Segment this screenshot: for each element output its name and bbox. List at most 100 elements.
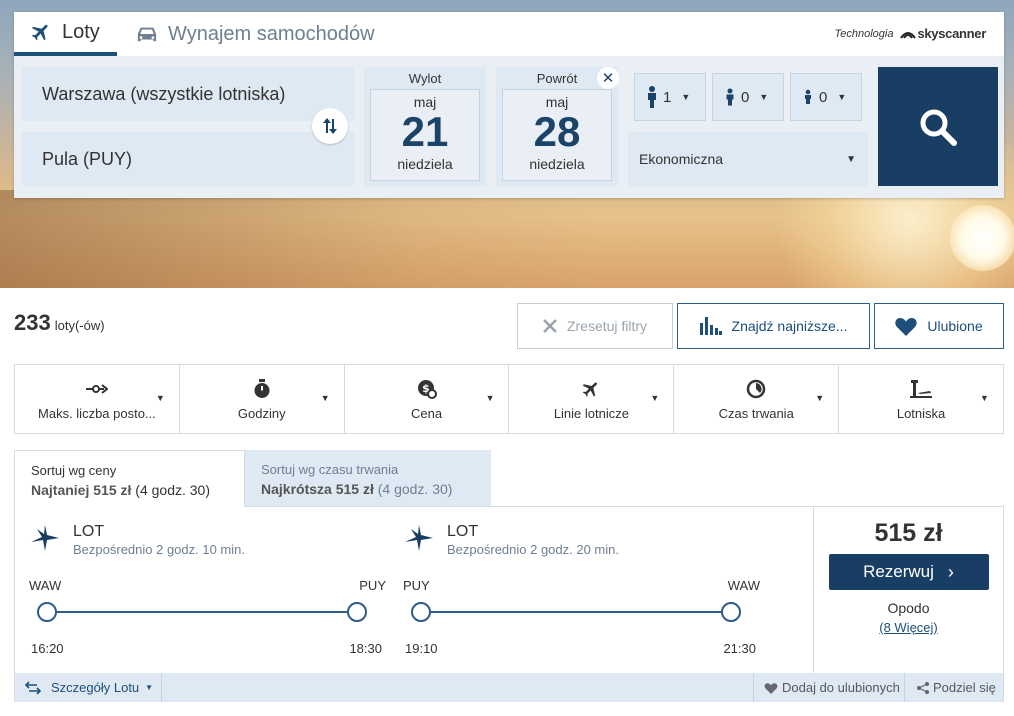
close-icon — [543, 319, 557, 333]
share-icon — [917, 681, 929, 694]
tab-flights[interactable]: Loty — [14, 12, 117, 56]
inbound-airline: LOT — [447, 523, 479, 540]
departure-date[interactable]: Wylot maj 21 niedziela — [364, 67, 486, 186]
skyscanner-logo-icon — [900, 31, 917, 39]
find-lowest-button[interactable]: Znajdź najniższe... — [677, 303, 870, 349]
price-column: 515 zł Rezerwuj › Opodo (8 Więcej) — [813, 507, 1003, 673]
skyscanner-logo: skyscanner — [899, 26, 986, 41]
chevron-down-icon: ▼ — [485, 393, 495, 403]
filter-price-label: Cena — [411, 405, 443, 421]
filter-duration-label: Czas trwania — [718, 405, 794, 421]
lot-logo-icon — [31, 525, 59, 556]
share-button[interactable]: Podziel się — [907, 673, 996, 702]
sort-by-duration-sub: (4 godz. 30) — [377, 481, 453, 497]
inbound-origin-dot — [411, 602, 431, 622]
outbound-destination-dot — [347, 602, 367, 622]
children-select[interactable]: 0 ▼ — [712, 73, 784, 121]
bar-chart-icon — [699, 317, 722, 335]
adult-icon — [648, 86, 656, 108]
search-button[interactable] — [878, 67, 998, 186]
search-form: Warszawa (wszystkie lotniska) Pula (PUY)… — [14, 56, 1004, 198]
filter-stops[interactable]: Maks. liczba posto... ▼ — [15, 365, 180, 433]
sort-by-price-bold: Najtaniej 515 zł — [31, 482, 132, 498]
chevron-down-icon: ▼ — [759, 92, 769, 102]
flight-details-toggle[interactable]: Szczegóły Lotu ▼ — [15, 673, 162, 702]
cabin-class-select[interactable]: Ekonomiczna ▼ — [628, 132, 868, 186]
tab-car-rental-label: Wynajem samochodów — [168, 22, 375, 45]
share-label: Podziel się — [933, 680, 996, 695]
outbound-dep-time: 16:20 — [31, 641, 64, 656]
car-icon — [136, 24, 158, 44]
chevron-down-icon: ▼ — [846, 153, 856, 165]
powered-by-prefix: Technologia — [834, 27, 894, 40]
add-favorite-label: Dodaj do ulubionych — [782, 680, 900, 695]
stops-icon — [85, 378, 108, 400]
sort-by-duration-tab[interactable]: Sortuj wg czasu trwania Najkrótsza 515 z… — [245, 450, 491, 507]
outbound-to-code: PUY — [359, 578, 386, 593]
destination-field[interactable]: Pula (PUY) — [22, 132, 354, 186]
reset-filters-label: Zresetuj filtry — [566, 318, 648, 334]
provider-name: Opodo — [887, 600, 930, 616]
favorites-label: Ulubione — [927, 318, 983, 334]
add-favorite-button[interactable]: Dodaj do ulubionych — [753, 673, 905, 702]
return-date-inner: maj 28 niedziela — [502, 89, 612, 181]
filter-price[interactable]: $ Cena ▼ — [345, 365, 510, 433]
inbound-route-line — [421, 611, 731, 613]
chevron-right-icon: › — [947, 561, 954, 582]
flight-details-label: Szczegóły Lotu — [51, 680, 140, 695]
inbound-to-code: WAW — [727, 578, 760, 593]
children-count: 0 — [741, 88, 750, 106]
tab-car-rental[interactable]: Wynajem samochodów — [132, 12, 375, 56]
chevron-down-icon: ▼ — [681, 92, 691, 102]
tab-flights-label: Loty — [62, 20, 100, 43]
chevron-down-icon: ▼ — [815, 393, 825, 403]
results-count-unit: loty(-ów) — [54, 318, 105, 333]
outbound-airline: LOT — [73, 523, 105, 540]
stopwatch-icon — [253, 378, 271, 400]
book-button-label: Rezerwuj — [863, 562, 934, 581]
heart-icon — [895, 316, 918, 336]
filter-duration[interactable]: Czas trwania ▼ — [674, 365, 840, 433]
filter-airlines-label: Linie lotnicze — [553, 405, 629, 421]
departure-label: Wylot — [408, 71, 442, 86]
result-card: LOT Bezpośrednio 2 godz. 10 min. WAW PUY… — [14, 506, 1004, 702]
skyscanner-brand: skyscanner — [917, 26, 986, 41]
clear-return-button[interactable]: ✕ — [597, 67, 619, 89]
price-icon: $ — [417, 378, 437, 400]
departure-weekday: niedziela — [397, 156, 453, 172]
filter-times[interactable]: Godziny ▼ — [180, 365, 345, 433]
departure-day: 21 — [401, 108, 449, 155]
chevron-down-icon: ▼ — [980, 393, 989, 403]
sort-by-duration-bold: Najkrótsza 515 zł — [261, 481, 374, 497]
chevron-down-icon: ▼ — [837, 92, 847, 102]
swap-button[interactable] — [312, 108, 348, 144]
filter-stops-label: Maks. liczba posto... — [38, 405, 156, 421]
inbound-info: Bezpośrednio 2 godz. 20 min. — [447, 542, 619, 557]
lot-logo-icon — [405, 525, 433, 556]
filter-airlines[interactable]: Linie lotnicze ▼ — [509, 365, 675, 433]
reset-filters-button[interactable]: Zresetuj filtry — [517, 303, 673, 349]
book-button[interactable]: Rezerwuj › — [828, 554, 989, 590]
outbound-from-code: WAW — [29, 578, 62, 593]
departure-date-inner: maj 21 niedziela — [370, 89, 480, 181]
close-icon: ✕ — [601, 70, 615, 87]
outbound-info: Bezpośrednio 2 godz. 10 min. — [73, 542, 245, 557]
return-weekday: niedziela — [529, 156, 585, 172]
results-count-number: 233 — [14, 310, 51, 335]
chevron-down-icon: ▼ — [650, 393, 660, 403]
hero-sun — [950, 205, 1014, 271]
origin-field[interactable]: Warszawa (wszystkie lotniska) — [22, 67, 354, 121]
favorites-button[interactable]: Ulubione — [874, 303, 1004, 349]
details-icon — [25, 680, 41, 695]
inbound-leg: LOT Bezpośrednio 2 godz. 20 min. PUY WAW… — [401, 507, 776, 673]
airport-icon — [910, 378, 933, 400]
sort-by-price-tab[interactable]: Sortuj wg ceny Najtaniej 515 zł (4 godz.… — [14, 450, 245, 507]
inbound-arr-time: 21:30 — [723, 641, 756, 656]
chevron-down-icon: ▼ — [145, 683, 154, 692]
filter-airports[interactable]: Lotniska ▼ — [839, 365, 1003, 433]
sort-by-price-summary: Najtaniej 515 zł (4 godz. 30) — [31, 482, 228, 498]
adults-select[interactable]: 1 ▼ — [634, 73, 706, 121]
infants-select[interactable]: 0 ▼ — [790, 73, 862, 121]
more-offers-link[interactable]: (8 Więcej) — [814, 620, 1003, 635]
filter-airports-label: Lotniska — [896, 405, 946, 421]
